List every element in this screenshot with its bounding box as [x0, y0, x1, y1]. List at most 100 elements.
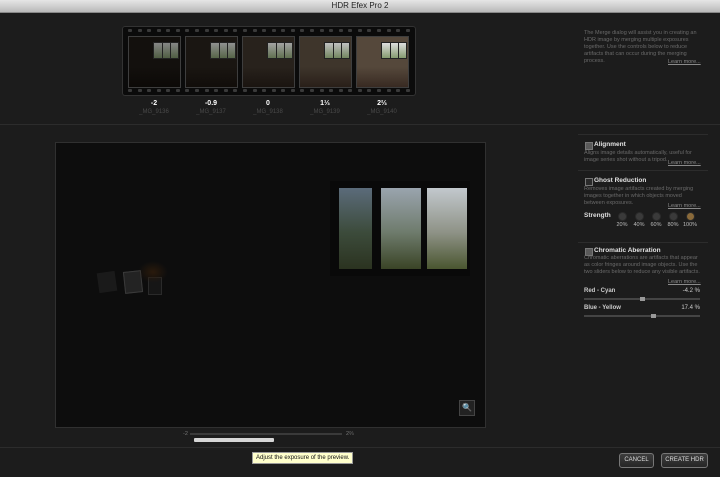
strength-label: Strength [584, 212, 611, 219]
sprocket-hole [242, 89, 247, 92]
sprocket-hole [357, 89, 362, 92]
strength-option-dot[interactable] [635, 212, 644, 221]
sprocket-hole [386, 29, 391, 32]
red-cyan-slider-handle[interactable] [639, 297, 645, 301]
exposure-min-label: -2 [183, 431, 188, 437]
sprocket-hole [156, 89, 161, 92]
sprocket-hole [185, 89, 190, 92]
sprocket-hole [195, 29, 200, 32]
frame-label: -2 _MG_9136 [124, 100, 184, 116]
alignment-checkbox[interactable] [585, 142, 593, 150]
ghost-reduction-heading: Ghost Reduction [594, 177, 647, 184]
strength-option-label: 80% [667, 222, 679, 228]
strength-option-label: 20% [616, 222, 628, 228]
frame-filename: _MG_9136 [139, 109, 169, 115]
sprocket-hole [319, 89, 324, 92]
frame-filename: _MG_9140 [367, 109, 397, 115]
sprocket-hole [175, 89, 180, 92]
sprocket-hole [338, 29, 343, 32]
frame-thumbnail[interactable] [356, 36, 409, 88]
sprocket-hole [319, 29, 324, 32]
exposure-slider-track[interactable] [190, 433, 342, 435]
sprocket-hole [175, 29, 180, 32]
strength-option-dot[interactable] [669, 212, 678, 221]
red-cyan-label: Red - Cyan [584, 288, 616, 294]
frame-thumbnail[interactable] [299, 36, 352, 88]
sprocket-hole [309, 89, 314, 92]
cancel-button[interactable]: CANCEL [619, 453, 654, 468]
chromatic-learn-more-link[interactable]: Learn more... [668, 279, 701, 285]
exposure-tooltip: Adjust the exposure of the preview. [252, 452, 354, 464]
intro-learn-more-link[interactable]: Learn more... [668, 59, 701, 65]
zoom-icon[interactable]: 🔍 [459, 400, 475, 416]
ghost-learn-more-link[interactable]: Learn more... [668, 203, 701, 209]
sprocket-hole [185, 29, 190, 32]
sprocket-hole [137, 29, 142, 32]
window-title: HDR Efex Pro 2 [331, 1, 389, 10]
strength-option-dot[interactable] [618, 212, 627, 221]
thumbnail-window-mullion [162, 43, 163, 58]
sprocket-hole [309, 29, 314, 32]
sprocket-hole [204, 29, 209, 32]
thumbnail-window-mullion [170, 43, 171, 58]
sprocket-hole [252, 89, 257, 92]
sprocket-hole [329, 29, 334, 32]
blue-yellow-value: 17.4 % [681, 305, 700, 311]
create-hdr-button[interactable]: CREATE HDR [661, 453, 708, 468]
sprocket-hole [329, 89, 334, 92]
preview-window [330, 181, 470, 276]
strength-option-dot[interactable] [686, 212, 695, 221]
lamp-glow [138, 261, 168, 283]
sprocket-hole [195, 89, 200, 92]
preview-image[interactable] [55, 142, 486, 428]
frame-ev: -2 [150, 100, 158, 107]
sprocket-hole [147, 89, 152, 92]
exposure-slider-handle[interactable] [194, 438, 274, 442]
window-glass-right [427, 188, 467, 269]
alignment-learn-more-link[interactable]: Learn more... [668, 160, 701, 166]
sprocket-hole [271, 29, 276, 32]
chromatic-aberration-text: Chromatic aberrations are artifacts that… [584, 255, 700, 275]
sprocket-hole [128, 89, 132, 92]
chromatic-aberration-heading: Chromatic Aberration [594, 247, 661, 254]
sprocket-hole [377, 29, 382, 32]
sprocket-row-bottom [128, 89, 410, 93]
alignment-heading: Alignment [594, 141, 626, 148]
sprocket-hole [233, 89, 238, 92]
sprocket-hole [137, 89, 142, 92]
sprocket-hole [262, 89, 267, 92]
picture-frame [96, 270, 118, 294]
sprocket-hole [271, 89, 276, 92]
frame-thumbnail[interactable] [242, 36, 295, 88]
frame-filename: _MG_9138 [253, 109, 283, 115]
thumbnail-window [324, 42, 350, 59]
film-strip [122, 26, 416, 96]
frame-label: 0 _MG_9138 [238, 100, 298, 116]
window-glass-left [339, 188, 372, 269]
sprocket-row-top [128, 29, 410, 33]
blue-yellow-slider[interactable] [584, 315, 700, 317]
sprocket-hole [348, 29, 353, 32]
frame-label: 2⅔ _MG_9140 [352, 100, 412, 116]
sprocket-hole [300, 89, 305, 92]
thumbnail-window-mullion [284, 43, 285, 58]
frame-thumbnail[interactable] [185, 36, 238, 88]
sprocket-hole [128, 29, 132, 32]
blue-yellow-slider-handle[interactable] [651, 314, 657, 318]
sprocket-hole [233, 29, 238, 32]
sprocket-hole [396, 29, 401, 32]
sprocket-hole [214, 89, 219, 92]
frame-ev: 2⅔ [377, 100, 387, 107]
frame-filename: _MG_9139 [310, 109, 340, 115]
sprocket-hole [405, 89, 410, 92]
thumbnail-window [153, 42, 179, 59]
frame-filename: _MG_9137 [196, 109, 226, 115]
strength-option-dot[interactable] [652, 212, 661, 221]
sprocket-hole [300, 29, 305, 32]
frame-thumbnail[interactable] [128, 36, 181, 88]
ghost-reduction-checkbox[interactable] [585, 178, 593, 186]
sprocket-hole [377, 89, 382, 92]
bottom-divider [0, 447, 720, 448]
sprocket-hole [348, 89, 353, 92]
thumbnail-window-mullion [398, 43, 399, 58]
